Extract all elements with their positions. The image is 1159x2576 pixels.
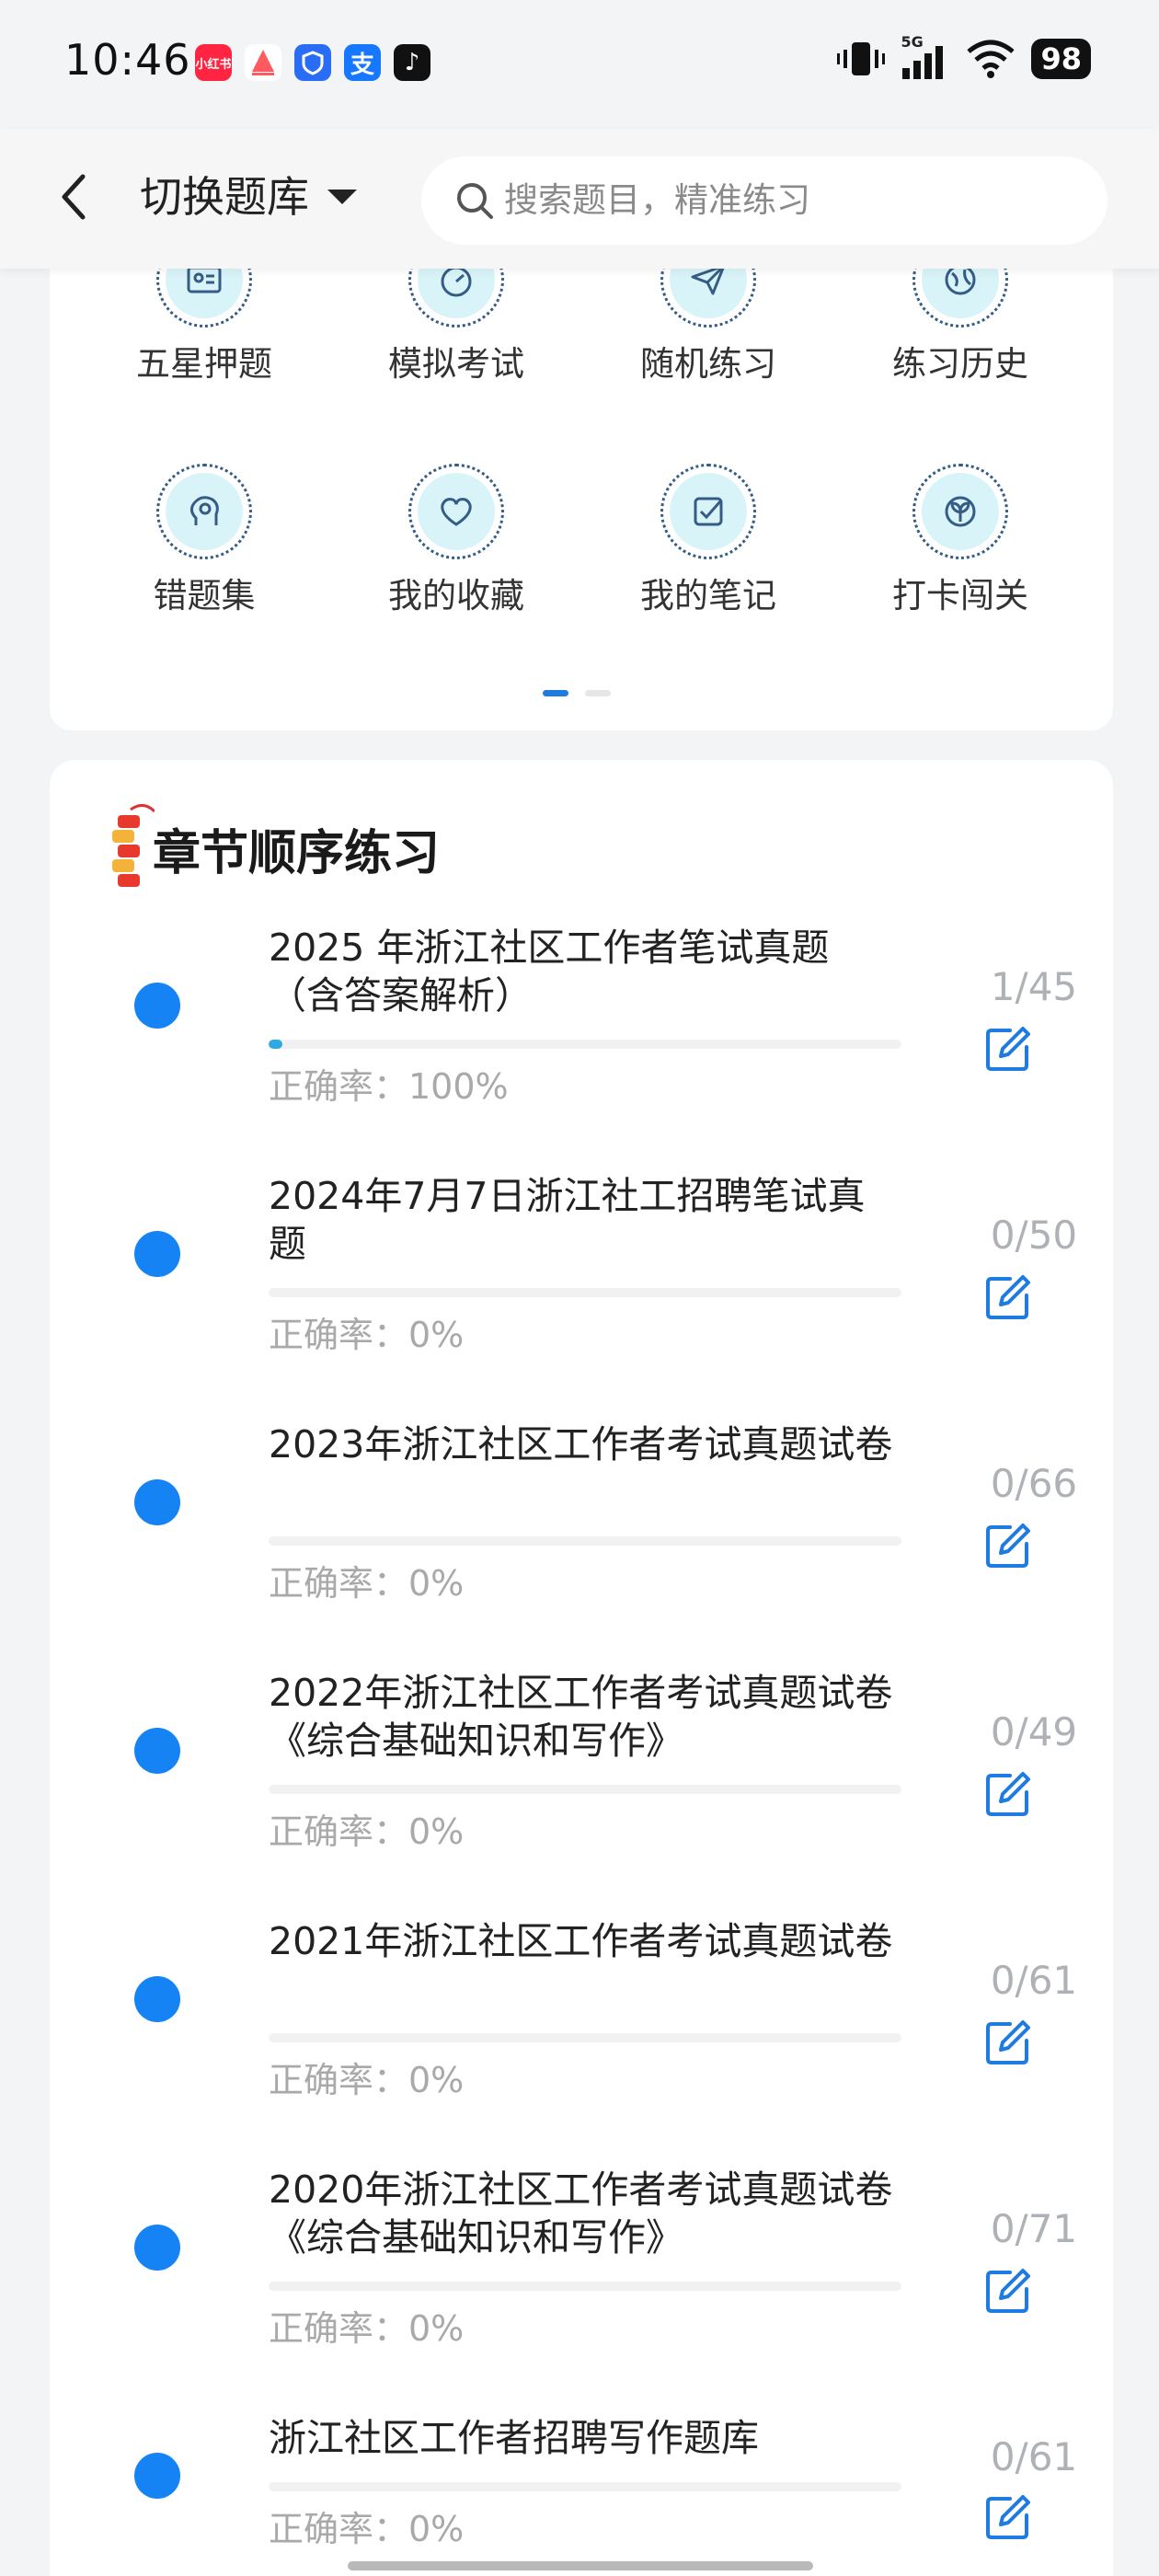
grid-label: 我的收藏 [388,576,524,615]
grid-label: 我的笔记 [640,576,776,615]
progress-bar [269,2282,901,2291]
status-dot [134,1728,180,1774]
accuracy-text: 正确率：0% [269,1315,465,1355]
header-bar: 切换题库 搜索题目，精准练习 [0,129,1159,269]
sailboat-icon [245,44,281,81]
progress-count: 0/61 [990,1958,1078,2003]
list-item[interactable]: 2021年浙江社区工作者考试真题试卷 正确率：0% 0/61 [50,1917,1113,2166]
chapter-title: 章节顺序练习 [153,826,441,881]
status-dot [134,1976,180,2022]
status-dot [134,1479,180,1525]
accuracy-text: 正确率：100% [269,1066,509,1107]
list-item[interactable]: 2020年浙江社区工作者考试真题试卷 《综合基础知识和写作》 正确率：0% 0/… [50,2166,1113,2414]
check-note-icon [670,473,747,550]
status-dot [134,2453,180,2499]
search-placeholder: 搜索题目，精准练习 [504,180,810,220]
status-time: 10:46 [64,35,191,85]
search-bar[interactable]: 搜索题目，精准练习 [421,156,1107,245]
progress-count: 0/49 [990,1709,1078,1754]
row-title: 浙江社区工作者招聘写作题库 [269,2416,759,2460]
accuracy-text: 正确率：0% [269,2509,465,2549]
progress-count: 0/61 [990,2434,1078,2479]
notes-item[interactable]: 我的笔记 [598,464,819,618]
row-title: 2025 年浙江社区工作者笔试真题（含答案解析） [269,926,830,1018]
row-title: 2021年浙江社区工作者考试真题试卷 [269,1919,893,1963]
page-indicator [543,690,611,696]
status-bar: 10:46 小红书 支 ♪ 5G 98 [0,0,1159,129]
douyin-icon: ♪ [394,44,430,81]
wifi-icon [967,40,1016,78]
search-icon [457,183,493,219]
favorites-item[interactable]: 我的收藏 [346,464,567,618]
grid-label: 打卡闯关 [892,576,1028,615]
alipay-icon: 支 [344,44,381,81]
accuracy-text: 正确率：0% [269,2060,465,2100]
cellular-signal-icon: 5G [901,33,950,81]
edit-icon[interactable] [982,2265,1034,2317]
list-item[interactable]: 2023年浙江社区工作者考试真题试卷 正确率：0% 0/66 [50,1420,1113,1669]
accuracy-text: 正确率：0% [269,1563,465,1604]
back-arrow-icon[interactable] [52,169,96,224]
list-item[interactable]: 2022年浙江社区工作者考试真题试卷 《综合基础知识和写作》 正确率：0% 0/… [50,1669,1113,1917]
progress-bar [269,2033,901,2042]
grid-label: 练习历史 [892,344,1028,384]
status-dot [134,1231,180,1277]
page-dot [585,690,611,696]
row-title: 2022年浙江社区工作者考试真题试卷 《综合基础知识和写作》 [269,1671,893,1763]
shield-app-icon [294,44,331,81]
edit-icon[interactable] [982,1023,1034,1075]
grid-label: 错题集 [153,576,256,615]
progress-count: 0/50 [990,1213,1078,1258]
status-dot [134,983,180,1029]
page-dot-active [543,690,568,696]
progress-bar [269,1288,901,1297]
feature-grid-card: 五星押题 模拟考试 随机练习 练习历史 错题集 我的收藏 我的笔记 打卡闯关 [50,221,1113,730]
head-icon [166,473,243,550]
edit-icon[interactable] [982,2491,1034,2543]
list-item[interactable]: 浙江社区工作者招聘写作题库 正确率：0% 0/61 [50,2414,1113,2576]
wrong-questions-item[interactable]: 错题集 [94,464,315,618]
progress-bar [269,1785,901,1794]
firecracker-icon [112,804,155,887]
list-item[interactable]: 2025 年浙江社区工作者笔试真题（含答案解析） 正确率：100% 1/45 [50,924,1113,1172]
edit-icon[interactable] [982,1768,1034,1820]
system-icons: 5G 98 [836,33,1091,81]
grid-label: 五星押题 [136,344,272,384]
grid-label: 随机练习 [640,344,776,384]
sprout-icon [922,473,999,550]
battery-indicator: 98 [1031,39,1091,79]
chapter-practice-card: 章节顺序练习 2025 年浙江社区工作者笔试真题（含答案解析） 正确率：100%… [50,760,1113,2576]
edit-icon[interactable] [982,1520,1034,1571]
switch-bank-button[interactable]: 切换题库 [140,169,309,224]
progress-bar [269,1536,901,1546]
vibrate-icon [837,42,886,75]
accuracy-text: 正确率：0% [269,1811,465,1852]
caret-down-icon[interactable] [327,190,357,204]
progress-fill [269,1040,283,1049]
xiaohongshu-icon: 小红书 [195,44,232,81]
checkin-item[interactable]: 打卡闯关 [850,464,1071,618]
progress-bar [269,1040,901,1049]
progress-count: 0/66 [990,1461,1078,1506]
home-indicator[interactable] [348,2561,813,2570]
row-title: 2023年浙江社区工作者考试真题试卷 [269,1422,893,1466]
notification-app-icons: 小红书 支 ♪ [195,44,430,81]
heart-icon [418,473,495,550]
edit-icon[interactable] [982,1271,1034,1323]
status-dot [134,2225,180,2271]
row-title: 2020年浙江社区工作者考试真题试卷 《综合基础知识和写作》 [269,2168,893,2260]
list-item[interactable]: 2024年7月7日浙江社工招聘笔试真题 正确率：0% 0/50 [50,1172,1113,1420]
edit-icon[interactable] [982,2017,1034,2068]
row-title: 2024年7月7日浙江社工招聘笔试真题 [269,1174,866,1266]
grid-label: 模拟考试 [388,344,524,384]
accuracy-text: 正确率：0% [269,2308,465,2349]
progress-count: 0/71 [990,2206,1078,2251]
progress-count: 1/45 [990,964,1078,1009]
progress-bar [269,2482,901,2491]
